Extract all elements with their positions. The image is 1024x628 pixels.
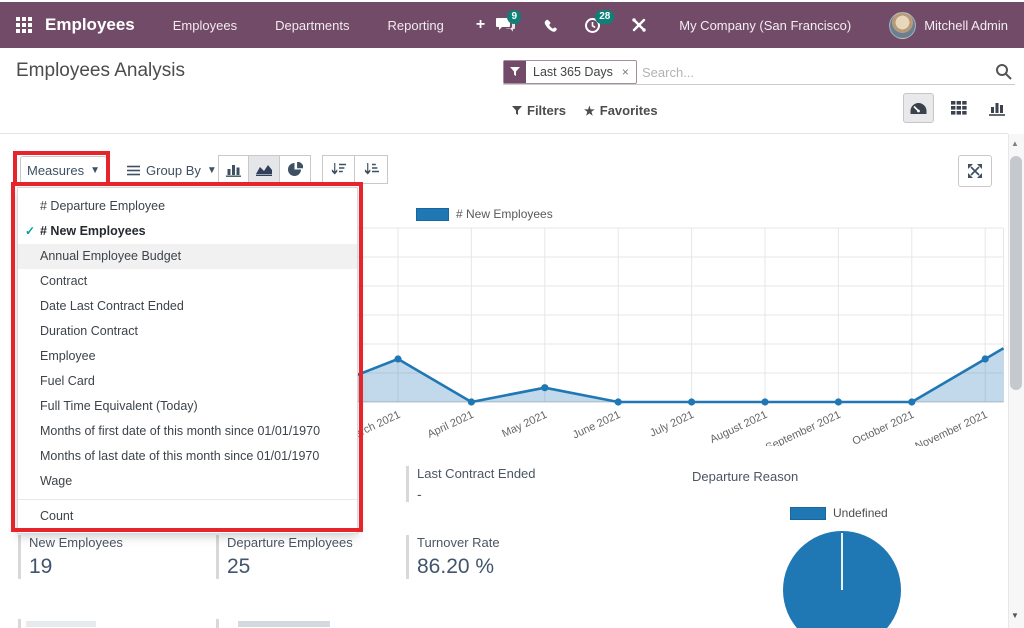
- menu-item[interactable]: Fuel Card: [18, 369, 357, 394]
- sort-descending-button[interactable]: [322, 155, 355, 184]
- bar-chart-icon: [226, 163, 241, 177]
- area-chart-icon: [256, 163, 272, 176]
- app-window: Employees EmployeesDepartmentsReporting …: [0, 0, 1024, 628]
- sort-group: [322, 155, 388, 184]
- svg-text:June 2021: June 2021: [571, 409, 623, 442]
- pie-chart-legend[interactable]: Undefined: [790, 506, 888, 520]
- menu-item[interactable]: Date Last Contract Ended: [18, 294, 357, 319]
- check-icon: ✓: [25, 219, 35, 244]
- svg-text:November 2021: November 2021: [913, 409, 989, 446]
- page-title: Employees Analysis: [16, 60, 185, 82]
- svg-text:August 2021: August 2021: [708, 409, 769, 446]
- search-icon[interactable]: [995, 63, 1012, 85]
- stat-departure-employees: Departure Employees 25: [216, 535, 353, 579]
- chevron-down-icon: ▼: [207, 165, 217, 176]
- filters-button[interactable]: Filters: [512, 103, 566, 118]
- nav-menu-employees[interactable]: Employees: [173, 18, 237, 33]
- menu-item[interactable]: # Departure Employee: [18, 194, 357, 219]
- menu-item[interactable]: Contract: [18, 269, 357, 294]
- nav-menu-group: Employees Departments Reporting: [135, 18, 444, 33]
- clipped-stat-border: [216, 619, 219, 628]
- svg-text:April 2021: April 2021: [426, 409, 476, 441]
- facet-value: Last 365 Days: [526, 61, 620, 83]
- view-switch-pivot[interactable]: [943, 93, 974, 123]
- chart-type-group: [218, 155, 311, 184]
- gauge-icon: [910, 101, 927, 116]
- group-by-button[interactable]: Group By ▼: [121, 156, 223, 184]
- search-underline: [503, 84, 1015, 85]
- sort-desc-icon: [331, 163, 346, 176]
- pie-chart-title: Departure Reason: [692, 469, 798, 484]
- menu-item[interactable]: Duration Contract: [18, 319, 357, 344]
- funnel-icon: [512, 106, 522, 116]
- menu-item[interactable]: Full Time Equivalent (Today): [18, 394, 357, 419]
- svg-text:May 2021: May 2021: [500, 409, 549, 440]
- expand-arrows-icon: [968, 164, 982, 178]
- view-switch-graph[interactable]: [981, 93, 1012, 123]
- scroll-up-icon[interactable]: ▲: [1011, 139, 1019, 148]
- menu-item[interactable]: Wage: [18, 469, 357, 494]
- pie-slice-divider: [841, 533, 843, 590]
- chevron-down-icon: ▼: [90, 165, 100, 176]
- svg-text:October 2021: October 2021: [851, 409, 916, 446]
- chart-type-bar-button[interactable]: [218, 155, 249, 184]
- clipped-text: [238, 621, 330, 627]
- menu-item[interactable]: ✓# New Employees: [18, 219, 357, 244]
- star-icon: ★: [584, 104, 595, 118]
- scrollbar-thumb[interactable]: [1010, 156, 1022, 390]
- activities-clock-icon[interactable]: 28: [584, 17, 601, 34]
- control-panel-divider: [0, 133, 1008, 134]
- user-avatar[interactable]: [889, 12, 916, 39]
- pie-chart-icon: [288, 162, 303, 177]
- menu-item[interactable]: Employee: [18, 344, 357, 369]
- filter-facet-icon: [504, 61, 526, 83]
- sort-ascending-button[interactable]: [355, 155, 388, 184]
- svg-text:September 2021: September 2021: [764, 409, 843, 446]
- menu-divider: [18, 499, 357, 500]
- bar-chart-icon: [989, 101, 1005, 116]
- hamburger-icon: [127, 165, 140, 176]
- chart-type-pie-button[interactable]: [280, 155, 311, 184]
- legend-label: Undefined: [833, 506, 888, 520]
- menu-item[interactable]: Annual Employee Budget: [18, 244, 357, 269]
- messages-icon[interactable]: 9: [496, 17, 516, 33]
- tools-icon[interactable]: [631, 17, 647, 33]
- clipped-stat-border: [18, 619, 21, 628]
- user-menu[interactable]: Mitchell Admin: [924, 18, 1008, 33]
- stat-turnover-rate: Turnover Rate 86.20 %: [406, 535, 500, 579]
- stat-new-employees: New Employees 19: [18, 535, 123, 579]
- search-facet: Last 365 Days ×: [503, 60, 637, 84]
- facet-remove-icon[interactable]: ×: [620, 61, 636, 83]
- menu-item[interactable]: Months of last date of this month since …: [18, 444, 357, 469]
- app-name[interactable]: Employees: [45, 15, 135, 35]
- measures-button[interactable]: Measures ▼: [20, 156, 107, 184]
- phone-icon[interactable]: [542, 17, 558, 33]
- view-switch-dashboard[interactable]: [903, 93, 934, 123]
- menu-item[interactable]: Months of first date of this month since…: [18, 419, 357, 444]
- favorites-button[interactable]: ★ Favorites: [584, 103, 658, 118]
- activities-badge: 28: [595, 10, 614, 24]
- search-input[interactable]: Search...: [642, 65, 694, 80]
- messages-badge: 9: [507, 10, 521, 24]
- legend-swatch: [790, 507, 826, 520]
- sort-asc-icon: [364, 163, 379, 176]
- nav-menu-reporting[interactable]: Reporting: [388, 18, 444, 33]
- measures-dropdown-menu: # Departure Employee✓# New EmployeesAnnu…: [17, 187, 358, 534]
- menu-item-count[interactable]: Count: [18, 504, 357, 529]
- measures-menu-items: # Departure Employee✓# New EmployeesAnnu…: [18, 194, 357, 494]
- fullscreen-button[interactable]: [958, 155, 992, 187]
- table-grid-icon: [951, 101, 967, 115]
- stat-last-contract-ended: Last Contract Ended -: [406, 466, 536, 502]
- nav-plus-button[interactable]: +: [476, 16, 485, 34]
- chart-type-line-button[interactable]: [249, 155, 280, 184]
- apps-grid-icon[interactable]: [16, 17, 33, 34]
- svg-text:July 2021: July 2021: [648, 409, 696, 440]
- company-switcher[interactable]: My Company (San Francisco): [679, 18, 851, 33]
- nav-menu-departments[interactable]: Departments: [275, 18, 349, 33]
- scroll-down-icon[interactable]: ▼: [1011, 611, 1019, 620]
- clipped-text: [26, 621, 96, 627]
- top-navbar: Employees EmployeesDepartmentsReporting …: [0, 2, 1024, 48]
